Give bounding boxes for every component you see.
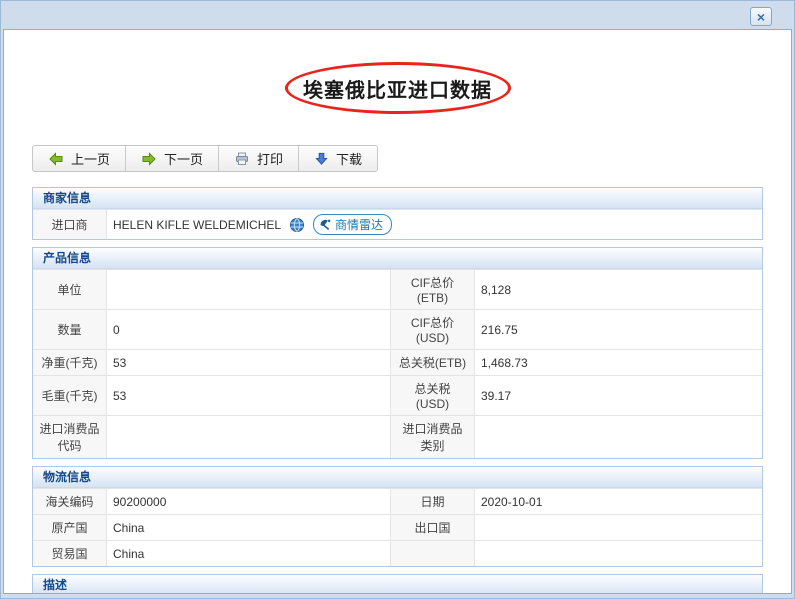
printer-icon bbox=[234, 151, 250, 167]
field-label: 净重(千克) bbox=[33, 350, 107, 375]
table-row: 原产国 China 出口国 bbox=[33, 514, 762, 540]
dialog-content: 埃塞俄比亚进口数据 上一页 下一页 打印 下载 bbox=[3, 29, 792, 594]
download-label: 下载 bbox=[336, 149, 362, 168]
field-label: 数量 bbox=[33, 310, 107, 349]
field-value bbox=[475, 541, 762, 566]
field-label: 原产国 bbox=[33, 515, 107, 540]
close-button[interactable]: × bbox=[750, 7, 772, 26]
field-value: China bbox=[107, 515, 391, 540]
field-label: 贸易国 bbox=[33, 541, 107, 566]
business-radar-label: 商情雷达 bbox=[335, 216, 383, 233]
next-page-button[interactable]: 下一页 bbox=[126, 146, 219, 171]
table-row: 进口消费品 代码 进口消费品 类别 bbox=[33, 415, 762, 458]
field-value bbox=[107, 270, 391, 309]
field-label: CIF总价 (USD) bbox=[391, 310, 475, 349]
prev-page-button[interactable]: 上一页 bbox=[33, 146, 126, 171]
toolbar: 上一页 下一页 打印 下载 bbox=[32, 145, 378, 172]
field-label: 总关税 (USD) bbox=[391, 376, 475, 415]
table-row: 毛重(千克) 53 总关税 (USD) 39.17 bbox=[33, 375, 762, 415]
section-header: 描述 bbox=[33, 575, 762, 594]
titlebar: × bbox=[3, 3, 792, 29]
dialog-window: × 埃塞俄比亚进口数据 上一页 下一页 打印 bbox=[0, 0, 795, 599]
field-label: 总关税(ETB) bbox=[391, 350, 475, 375]
satellite-dish-icon bbox=[319, 218, 332, 231]
field-value: 39.17 bbox=[475, 376, 762, 415]
section-product-info: 产品信息 单位 CIF总价 (ETB) 8,128 数量 0 CIF总价 (US… bbox=[32, 247, 763, 459]
importer-name: HELEN KIFLE WELDEMICHEL bbox=[113, 218, 281, 232]
table-row: 净重(千克) 53 总关税(ETB) 1,468.73 bbox=[33, 349, 762, 375]
field-value: 8,128 bbox=[475, 270, 762, 309]
field-value: 2020-10-01 bbox=[475, 489, 762, 514]
field-label: 进口消费品 类别 bbox=[391, 416, 475, 458]
field-value: 53 bbox=[107, 350, 391, 375]
field-value: 53 bbox=[107, 376, 391, 415]
field-value bbox=[107, 416, 391, 458]
table-row: 单位 CIF总价 (ETB) 8,128 bbox=[33, 269, 762, 309]
green-arrow-right-icon bbox=[141, 151, 157, 167]
field-label: 出口国 bbox=[391, 515, 475, 540]
sections: 商家信息 进口商 HELEN KIFLE WELDEMICHEL bbox=[32, 187, 763, 594]
field-label: 单位 bbox=[33, 270, 107, 309]
field-value: HELEN KIFLE WELDEMICHEL bbox=[107, 210, 762, 239]
section-header: 产品信息 bbox=[33, 248, 762, 269]
section-header: 商家信息 bbox=[33, 188, 762, 209]
field-label: CIF总价 (ETB) bbox=[391, 270, 475, 309]
table-row: 数量 0 CIF总价 (USD) 216.75 bbox=[33, 309, 762, 349]
table-row: 贸易国 China bbox=[33, 540, 762, 566]
print-button[interactable]: 打印 bbox=[219, 146, 299, 171]
next-page-label: 下一页 bbox=[164, 149, 203, 168]
section-logistics-info: 物流信息 海关编码 90200000 日期 2020-10-01 原产国 Chi… bbox=[32, 466, 763, 567]
field-label: 日期 bbox=[391, 489, 475, 514]
download-button[interactable]: 下载 bbox=[299, 146, 377, 171]
field-value bbox=[475, 416, 762, 458]
field-value: 0 bbox=[107, 310, 391, 349]
field-value bbox=[475, 515, 762, 540]
business-radar-link[interactable]: 商情雷达 bbox=[313, 214, 392, 235]
green-arrow-left-icon bbox=[48, 151, 64, 167]
prev-page-label: 上一页 bbox=[71, 149, 110, 168]
section-description: 描述 编码描述 Other breathing appliances and g… bbox=[32, 574, 763, 594]
field-value: China bbox=[107, 541, 391, 566]
field-value: 1,468.73 bbox=[475, 350, 762, 375]
field-label: 毛重(千克) bbox=[33, 376, 107, 415]
page-title-wrap: 埃塞俄比亚进口数据 bbox=[4, 59, 791, 117]
table-row: 进口商 HELEN KIFLE WELDEMICHEL bbox=[33, 209, 762, 239]
section-merchant-info: 商家信息 进口商 HELEN KIFLE WELDEMICHEL bbox=[32, 187, 763, 240]
field-label: 海关编码 bbox=[33, 489, 107, 514]
blue-arrow-down-icon bbox=[314, 151, 329, 166]
field-value: 90200000 bbox=[107, 489, 391, 514]
close-icon: × bbox=[757, 9, 765, 25]
table-row: 海关编码 90200000 日期 2020-10-01 bbox=[33, 488, 762, 514]
page-title: 埃塞俄比亚进口数据 bbox=[303, 74, 492, 103]
field-label: 进口商 bbox=[33, 210, 107, 239]
globe-icon[interactable] bbox=[289, 217, 305, 233]
field-label bbox=[391, 541, 475, 566]
section-header: 物流信息 bbox=[33, 467, 762, 488]
print-label: 打印 bbox=[257, 149, 283, 168]
field-label: 进口消费品 代码 bbox=[33, 416, 107, 458]
field-value: 216.75 bbox=[475, 310, 762, 349]
